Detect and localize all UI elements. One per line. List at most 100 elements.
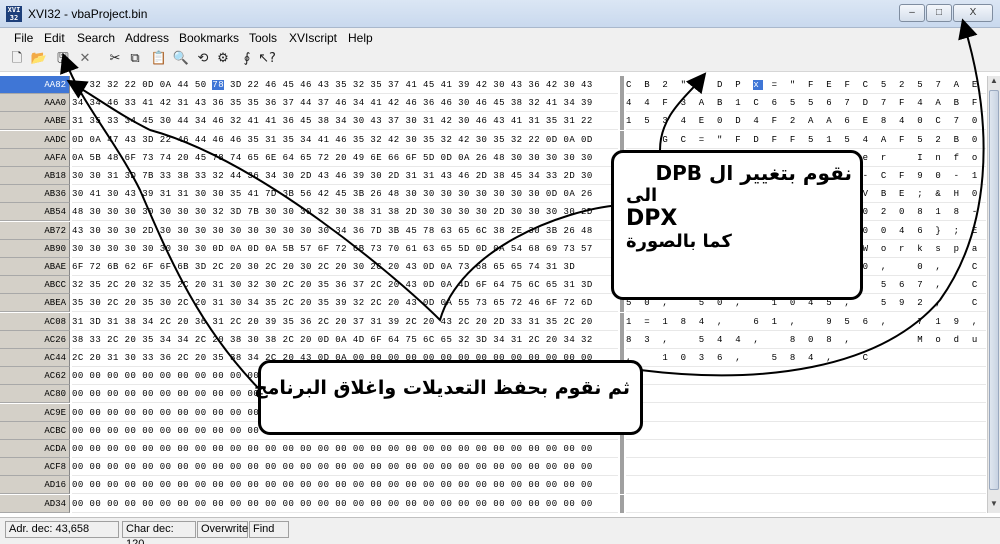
pane-divider[interactable] <box>620 458 624 477</box>
toolbar: 🗋 📂 🖫 ✕ ✂ ⧉ 📋 🔍 ⟲ ⚙ ∮ ↖? <box>0 46 1000 72</box>
menu-search[interactable]: Search <box>77 31 115 45</box>
hex-bytes[interactable]: 00 00 00 00 00 00 00 00 00 00 00 00 00 0… <box>72 495 618 513</box>
cut-icon[interactable]: ✂ <box>106 50 124 68</box>
hex-row[interactable]: AADC 0D 0A 47 43 3D 22 46 44 46 46 35 31 … <box>0 130 987 149</box>
status-char: Char dec: 120 <box>122 521 196 544</box>
copy-icon[interactable]: ⧉ <box>126 50 144 68</box>
row-address: AABE <box>0 112 70 131</box>
row-address: AC9E <box>0 403 70 422</box>
hex-row[interactable]: AABE 31 35 33 34 45 30 44 34 46 32 41 41 … <box>0 112 987 131</box>
menu-tools[interactable]: Tools <box>249 31 277 45</box>
open-icon[interactable]: 📂 <box>30 50 48 68</box>
menu-address[interactable]: Address <box>125 31 169 45</box>
close-button[interactable]: X <box>953 4 993 22</box>
delete-icon[interactable]: ✕ <box>76 50 94 68</box>
new-icon[interactable]: 🗋 <box>8 50 26 68</box>
hex-bytes[interactable]: 34 34 46 33 41 42 31 43 36 35 35 36 37 4… <box>72 94 618 113</box>
row-address: AB54 <box>0 203 70 222</box>
save-icon[interactable]: 🖫 <box>54 50 72 68</box>
menu-xviscript[interactable]: XVIscript <box>289 31 337 45</box>
status-bar: Adr. dec: 43,658 Char dec: 120 Overwrite… <box>0 517 1000 544</box>
char-text[interactable]: G C = " F D F F 5 1 5 4 A F 5 2 B 0 5 2 … <box>626 131 986 149</box>
hex-row[interactable]: AC26 38 33 2C 20 35 34 34 2C 20 38 30 38 … <box>0 330 987 349</box>
edited-byte-char[interactable]: x <box>753 80 763 90</box>
edited-byte-hex[interactable]: 78 <box>212 80 225 90</box>
minimize-button[interactable]: – <box>899 4 925 22</box>
char-text[interactable] <box>626 422 986 440</box>
hex-bytes[interactable]: 30 30 30 30 30 30 30 30 0D 0A 0D 0A 5B 5… <box>72 240 618 258</box>
row-address: AC80 <box>0 385 70 404</box>
pane-divider[interactable] <box>620 94 624 113</box>
hex-bytes[interactable]: 43 30 30 30 2D 30 30 30 30 30 30 30 30 3… <box>72 222 618 240</box>
paste-icon[interactable]: 📋 <box>150 50 168 68</box>
hex-bytes[interactable]: 43 32 32 22 0D 0A 44 50 78 3D 22 46 45 4… <box>72 76 618 94</box>
hex-bytes[interactable]: 30 30 31 3D 7B 33 38 33 32 44 36 34 30 2… <box>72 167 618 185</box>
char-text[interactable] <box>626 385 986 404</box>
char-text[interactable] <box>626 367 986 386</box>
char-text[interactable]: 1 = 1 8 4 , 6 1 , 9 5 6 , 7 1 9 , C , - … <box>626 313 986 331</box>
char-text[interactable] <box>626 476 986 495</box>
hex-bytes[interactable]: 0D 0A 47 43 3D 22 46 44 46 46 35 31 35 3… <box>72 131 618 149</box>
hex-bytes[interactable]: 0A 5B 48 6F 73 74 20 45 78 74 65 6E 64 6… <box>72 149 618 167</box>
hex-bytes[interactable]: 00 00 00 00 00 00 00 00 00 00 00 00 00 0… <box>72 458 618 477</box>
char-text[interactable] <box>626 404 986 422</box>
pane-divider[interactable] <box>620 76 624 94</box>
maximize-button[interactable]: □ <box>926 4 952 22</box>
hex-bytes[interactable]: 38 33 2C 20 35 34 34 2C 20 38 30 38 2C 2… <box>72 331 618 349</box>
replace-icon[interactable]: ⟲ <box>194 50 212 68</box>
row-address: ABCC <box>0 276 70 295</box>
pane-divider[interactable] <box>620 440 624 458</box>
pane-divider[interactable] <box>620 112 624 131</box>
hex-row[interactable]: AAA0 34 34 46 33 41 42 31 43 36 35 35 36 … <box>0 94 987 113</box>
menu-bar: File Edit Search Address Bookmarks Tools… <box>0 28 1000 46</box>
hex-bytes[interactable]: 6F 72 6B 62 6F 6F 6B 3D 2C 20 30 2C 20 3… <box>72 258 618 276</box>
hex-bytes[interactable]: 00 00 00 00 00 00 00 00 00 00 00 00 00 0… <box>72 476 618 495</box>
char-text[interactable] <box>626 458 986 477</box>
scroll-thumb[interactable] <box>989 90 999 490</box>
scroll-up-icon[interactable]: ▲ <box>988 76 1000 88</box>
menu-edit[interactable]: Edit <box>44 31 65 45</box>
char-text[interactable] <box>626 495 986 513</box>
hex-bytes[interactable]: 31 35 33 34 45 30 44 34 46 32 41 41 36 4… <box>72 112 618 131</box>
hex-row[interactable]: AC08 31 3D 31 38 34 2C 20 36 31 2C 20 39 … <box>0 312 987 331</box>
script-icon[interactable]: ∮ <box>238 50 256 68</box>
app-icon: XVI 32 <box>6 6 22 22</box>
char-text[interactable] <box>626 440 986 458</box>
row-address: AB72 <box>0 221 70 240</box>
row-address: ABAE <box>0 258 70 276</box>
char-text[interactable]: 1 5 3 4 E 0 D 4 F 2 A A 6 E 8 4 0 C 7 0 … <box>626 112 986 131</box>
callout1-line2: الى <box>626 185 658 206</box>
scroll-down-icon[interactable]: ▼ <box>988 499 1000 511</box>
help-icon[interactable]: ↖? <box>258 50 276 68</box>
char-text[interactable]: 8 3 , 5 4 4 , 8 0 8 , M o d u l e 2 = 4 … <box>626 331 986 349</box>
pane-divider[interactable] <box>620 330 624 349</box>
hex-row[interactable]: AD16 00 00 00 00 00 00 00 00 00 00 00 00 … <box>0 476 987 495</box>
pane-divider[interactable] <box>620 494 624 513</box>
hex-row[interactable]: ACDA 00 00 00 00 00 00 00 00 00 00 00 00 … <box>0 440 987 458</box>
row-address: AB90 <box>0 239 70 258</box>
hex-bytes[interactable]: 35 30 2C 20 35 30 2C 20 31 30 34 35 2C 2… <box>72 294 618 313</box>
char-text[interactable]: C B 2 " D P x = " F E F C 5 2 5 7 A E A … <box>626 76 986 94</box>
vertical-scrollbar[interactable]: ▲ ▼ <box>987 76 1000 513</box>
hex-bytes[interactable]: 48 30 30 30 30 30 30 30 32 3D 7B 30 30 3… <box>72 203 618 222</box>
row-address: AC44 <box>0 349 70 367</box>
hex-row[interactable]: AA82 43 32 32 22 0D 0A 44 50 78 3D 22 46 … <box>0 76 987 94</box>
char-text[interactable]: , 1 0 3 6 , 5 8 4 , C <box>626 349 986 367</box>
pane-divider[interactable] <box>620 476 624 495</box>
char-text[interactable]: 4 4 F 3 A B 1 C 6 5 5 6 7 D 7 F 4 A B F … <box>626 94 986 113</box>
hex-row[interactable]: ACF8 00 00 00 00 00 00 00 00 00 00 00 00 … <box>0 458 987 477</box>
hex-bytes[interactable]: 00 00 00 00 00 00 00 00 00 00 00 00 00 0… <box>72 440 618 458</box>
find-icon[interactable]: 🔍 <box>172 50 190 68</box>
settings-icon[interactable]: ⚙ <box>214 50 232 68</box>
hex-bytes[interactable]: 31 3D 31 38 34 2C 20 36 31 2C 20 39 35 3… <box>72 313 618 331</box>
menu-bookmarks[interactable]: Bookmarks <box>179 31 239 45</box>
hex-row[interactable]: AD34 00 00 00 00 00 00 00 00 00 00 00 00 … <box>0 494 987 513</box>
hex-bytes[interactable]: 30 41 30 43 39 31 31 30 30 35 41 7D 3B 5… <box>72 185 618 204</box>
pane-divider[interactable] <box>620 130 624 149</box>
hex-bytes[interactable]: 32 35 2C 20 32 35 2C 20 31 30 32 30 2C 2… <box>72 276 618 295</box>
menu-help[interactable]: Help <box>348 31 373 45</box>
menu-file[interactable]: File <box>14 31 33 45</box>
callout1-line3: DPX <box>626 206 678 231</box>
status-find: Find <box>249 521 289 538</box>
pane-divider[interactable] <box>620 312 624 331</box>
